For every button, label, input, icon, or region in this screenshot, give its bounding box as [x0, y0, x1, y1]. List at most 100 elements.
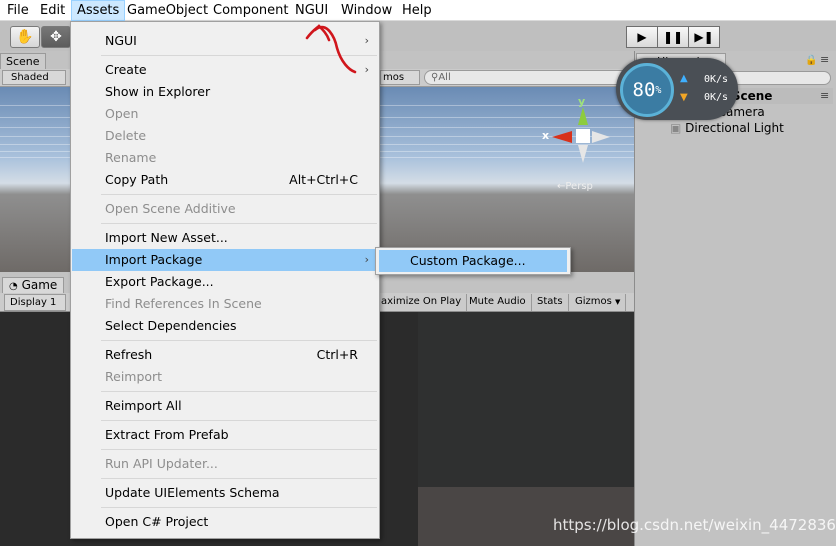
menu-item-label: Update UIElements Schema [105, 485, 280, 500]
menu-item-label: Show in Explorer [105, 84, 211, 99]
chevron-right-icon: › [364, 63, 369, 76]
menu-item-shortcut: Alt+Ctrl+C [289, 172, 358, 187]
menu-item-label: Find References In Scene [105, 296, 262, 311]
annotation-arrow [305, 24, 357, 74]
menubar: File Edit Assets GameObject Component NG… [0, 0, 836, 21]
gizmo-y-cone [578, 107, 588, 125]
lock-icon[interactable]: 🔒 [805, 55, 817, 66]
stats-toggle[interactable]: Stats [532, 294, 569, 311]
persp-label[interactable]: ←Persp [557, 181, 593, 192]
menu-item-update-uielements-schema[interactable]: Update UIElements Schema [72, 482, 378, 504]
game-tab-icon: ◔ [9, 281, 18, 292]
scene-gizmos-dropdown[interactable]: mos [380, 70, 420, 85]
menu-item-open-c-project[interactable]: Open C# Project [72, 511, 378, 533]
menu-item-extract-from-prefab[interactable]: Extract From Prefab [72, 424, 378, 446]
menu-item-copy-path[interactable]: Copy Path Alt+Ctrl+C [72, 169, 378, 191]
scene-orientation-gizmo[interactable]: y x [540, 95, 620, 175]
menu-item-label: Select Dependencies [105, 318, 237, 333]
menu-component[interactable]: Component [208, 0, 293, 21]
menu-item-label: Reimport [105, 369, 163, 384]
maximize-on-play-toggle[interactable]: aximize On Play [376, 294, 468, 311]
menu-separator [101, 391, 377, 392]
menu-item-custom-package[interactable]: Custom Package... [379, 250, 567, 272]
pause-icon: ❚❚ [662, 30, 684, 44]
menu-item-show-in-explorer[interactable]: Show in Explorer [72, 81, 378, 103]
menu-item-select-dependencies[interactable]: Select Dependencies [72, 315, 378, 337]
menu-item-label: Open C# Project [105, 514, 209, 529]
download-speed: 0K/s [704, 92, 729, 103]
tab-scene[interactable]: Scene [0, 53, 46, 69]
gizmo-x-label: x [542, 129, 550, 142]
menu-item-reimport: Reimport [72, 366, 378, 388]
speed-percent-dial: 80% [620, 63, 674, 117]
menu-item-shortcut: Ctrl+R [316, 347, 358, 362]
play-icon: ▶ [637, 30, 647, 44]
step-icon: ▶❚ [694, 30, 714, 44]
menu-item-delete: Delete [72, 125, 378, 147]
menu-assets[interactable]: Assets [71, 0, 126, 21]
watermark: https://blog.csdn.net/weixin_44728366 [553, 516, 836, 534]
menu-separator [101, 478, 377, 479]
menu-item-label: Run API Updater... [105, 456, 218, 471]
menu-item-label: Create [105, 62, 147, 77]
shading-mode-dropdown[interactable]: Shaded [2, 70, 66, 85]
download-arrow-icon: ▼ [680, 92, 688, 103]
menu-file[interactable]: File [2, 0, 34, 21]
move-tool-button[interactable]: ✥ [41, 26, 71, 48]
menu-item-import-package[interactable]: Import Package › [72, 249, 378, 271]
move-icon: ✥ [50, 29, 62, 45]
menu-gameobject[interactable]: GameObject [122, 0, 213, 21]
menu-edit[interactable]: Edit [35, 0, 70, 21]
menu-item-label: Reimport All [105, 398, 182, 413]
menu-item-open: Open [72, 103, 378, 125]
menu-separator [101, 507, 377, 508]
menu-item-export-package[interactable]: Export Package... [72, 271, 378, 293]
scene-menu-icon[interactable]: ≡ [820, 89, 829, 102]
game-gizmos-dropdown[interactable]: Gizmos ▼ [570, 294, 627, 311]
menu-separator [101, 223, 377, 224]
panel-menu-icon[interactable]: ≡ [820, 53, 829, 66]
menu-separator [101, 420, 377, 421]
menu-item-label: Rename [105, 150, 157, 165]
menu-item-refresh[interactable]: Refresh Ctrl+R [72, 344, 378, 366]
menu-item-label: Export Package... [105, 274, 214, 289]
menu-separator [101, 194, 377, 195]
gameobject-cube-icon: ▣ [670, 121, 682, 135]
gizmo-z-cone [592, 131, 610, 143]
gizmo-x-cone [552, 131, 572, 143]
mute-audio-toggle[interactable]: Mute Audio [464, 294, 532, 311]
menu-item-run-api-updater: Run API Updater... [72, 453, 378, 475]
chevron-right-icon: › [364, 34, 369, 47]
hand-tool-button[interactable]: ✋ [10, 26, 40, 48]
upload-speed: 0K/s [704, 74, 729, 85]
menu-item-label: Refresh [105, 347, 153, 362]
menu-item-label: Copy Path [105, 172, 169, 187]
menu-item-label: Import New Asset... [105, 230, 228, 245]
menu-item-label: Extract From Prefab [105, 427, 229, 442]
menu-item-open-scene-additive: Open Scene Additive [72, 198, 378, 220]
import-package-submenu: Custom Package... [375, 247, 571, 275]
upload-arrow-icon: ▲ [680, 73, 688, 84]
hand-icon: ✋ [16, 29, 34, 45]
chevron-down-icon: ▼ [615, 298, 621, 306]
menu-item-import-new-asset[interactable]: Import New Asset... [72, 227, 378, 249]
menu-separator [101, 340, 377, 341]
menu-item-label: Open Scene Additive [105, 201, 236, 216]
scene-search-input[interactable]: ⚲All [424, 70, 630, 85]
step-button[interactable]: ▶❚ [688, 26, 720, 48]
gizmo-neg-y-cone [578, 145, 588, 163]
menu-separator [101, 449, 377, 450]
menu-item-find-references-in-scene: Find References In Scene [72, 293, 378, 315]
menu-item-label: Import Package [105, 252, 203, 267]
tab-game[interactable]: ◔ Game [2, 277, 64, 294]
pause-button[interactable]: ❚❚ [657, 26, 689, 48]
chevron-right-icon: › [364, 253, 369, 266]
gizmo-center-cube [576, 129, 590, 143]
play-button[interactable]: ▶ [626, 26, 658, 48]
menu-item-reimport-all[interactable]: Reimport All [72, 395, 378, 417]
menu-item-rename: Rename [72, 147, 378, 169]
hierarchy-item-directional-light[interactable]: ▣ Directional Light [670, 121, 784, 136]
display-dropdown[interactable]: Display 1 [4, 294, 66, 311]
menu-help[interactable]: Help [397, 0, 437, 21]
menu-item-label: Delete [105, 128, 147, 143]
